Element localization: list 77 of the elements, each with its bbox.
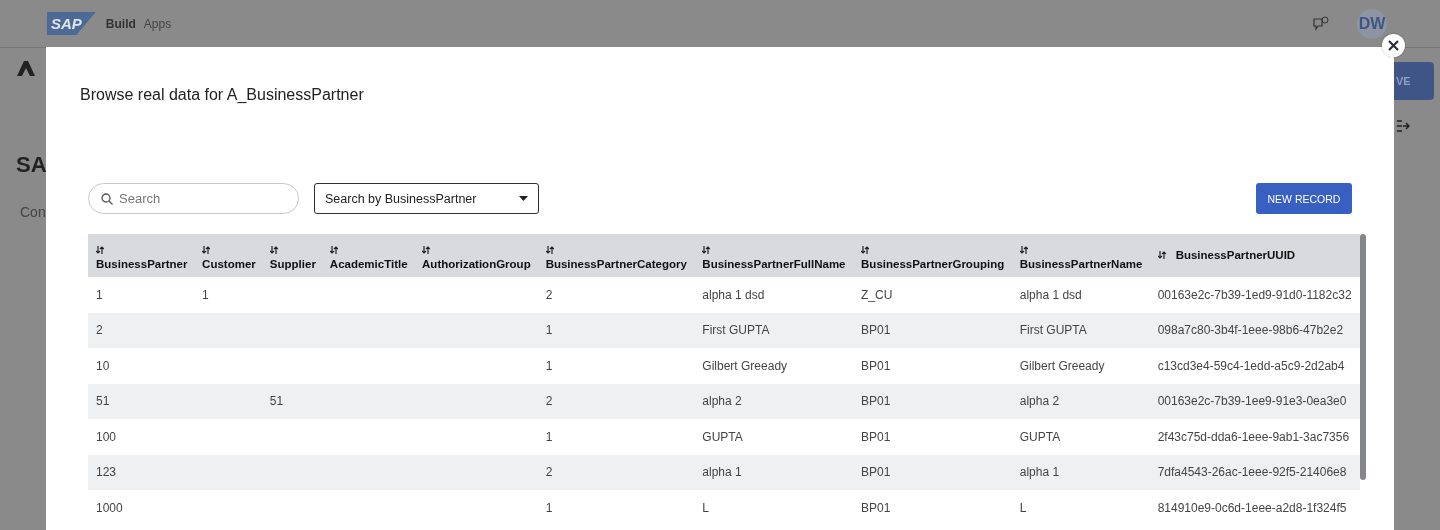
column-header[interactable]: BusinessPartnerCategory [537,234,695,277]
table-cell: alpha 2 [694,383,854,419]
table-cell: First GUPTA [694,312,854,348]
table-cell: 1 [194,277,262,313]
sort-icon[interactable] [202,246,211,254]
table-cell: 1 [537,490,695,526]
table-cell: 123 [88,454,195,490]
table-cell: alpha 1 [694,454,854,490]
sort-icon[interactable] [1019,246,1028,254]
table-cell: 814910e9-0c6d-1eee-a2d8-1f324f5 [1149,490,1360,526]
table-cell: 1 [537,419,695,455]
column-header[interactable]: Supplier [261,234,322,277]
table-cell: alpha 1 [1011,454,1150,490]
table-cell: L [1011,490,1150,526]
table-cell: 2 [537,277,695,313]
table-cell: Z_CU [853,277,1012,313]
column-header[interactable]: BusinessPartnerName [1011,234,1150,277]
table-cell: 00163e2c-7b39-1ee9-91e3-0ea3e0 [1149,383,1360,419]
sort-icon[interactable] [1157,251,1166,259]
column-header[interactable]: BusinessPartnerUUID [1149,234,1360,277]
table-cell: 1000 [88,490,195,526]
table-cell: 00163e2c-7b39-1ed9-91d0-1182c32 [1149,277,1360,313]
column-header[interactable]: BusinessPartner [88,234,195,277]
sort-icon[interactable] [861,246,870,254]
table-cell: BP01 [853,348,1012,384]
table-cell: 1 [88,277,195,313]
table-cell: BP01 [853,419,1012,455]
sort-icon[interactable] [329,246,338,254]
new-record-button[interactable]: NEW RECORD [1256,183,1352,214]
caret-icon [519,196,528,201]
table-cell: 2f43c75d-dda6-1eee-9ab1-3ac7356 [1149,419,1360,455]
table-cell: GUPTA [694,419,854,455]
table-cell: BP01 [853,490,1012,526]
table-cell: 2 [537,454,695,490]
product-name: Build [105,16,136,31]
feedback-icon[interactable] [1313,16,1329,31]
table-cell: 098a7c80-3b4f-1eee-98b6-47b2e2 [1149,312,1360,348]
exit-icon[interactable] [1396,120,1410,132]
table-cell: c13cd3e4-59c4-1edd-a5c9-2d2ab4 [1149,348,1360,384]
table-cell: 2 [88,312,195,348]
table-cell: BP01 [853,312,1012,348]
app-logo-icon [14,58,38,78]
table-cell: 51 [88,383,195,419]
table-cell: 51 [261,383,322,419]
table-cell: BP01 [853,454,1012,490]
column-header[interactable]: Customer [194,234,262,277]
column-header[interactable]: BusinessPartnerFullName [694,234,854,277]
table-cell: 10 [88,348,195,384]
page-title: SA [16,152,46,178]
table-cell: 1 [537,348,695,384]
column-header[interactable]: AuthorizationGroup [414,234,538,277]
table-cell: 2 [537,383,695,419]
sort-icon[interactable] [269,246,278,254]
table-cell: First GUPTA [1011,312,1150,348]
table-cell: GUPTA [1011,419,1150,455]
scrollbar[interactable] [1360,234,1366,480]
close-icon [1388,40,1399,51]
table-cell: BP01 [853,383,1012,419]
sort-icon[interactable] [422,246,431,254]
search-field[interactable]: Search [88,183,299,214]
sort-icon[interactable] [96,246,104,254]
table-cell: alpha 2 [1011,383,1150,419]
table-cell: Gilbert Greeady [1011,348,1150,384]
sort-icon[interactable] [545,246,554,254]
table-cell: 1 [537,312,695,348]
table-cell: alpha 1 dsd [1011,277,1150,313]
sort-icon[interactable] [702,246,711,254]
table-cell: alpha 1 dsd [694,277,854,313]
column-header[interactable]: AcademicTitle [321,234,415,277]
dialog-title: Browse real data for A_BusinessPartner [80,86,365,104]
column-header[interactable]: BusinessPartnerGrouping [853,234,1012,277]
table-cell: L [694,490,854,526]
logo: SAP [47,12,96,35]
table-cell: 7dfa4543-26ac-1eee-92f5-21406e8 [1149,454,1360,490]
table-cell: 100 [88,419,195,455]
table-cell: Gilbert Greeady [694,348,854,384]
search-by-dropdown[interactable]: Search by BusinessPartner [314,183,539,214]
